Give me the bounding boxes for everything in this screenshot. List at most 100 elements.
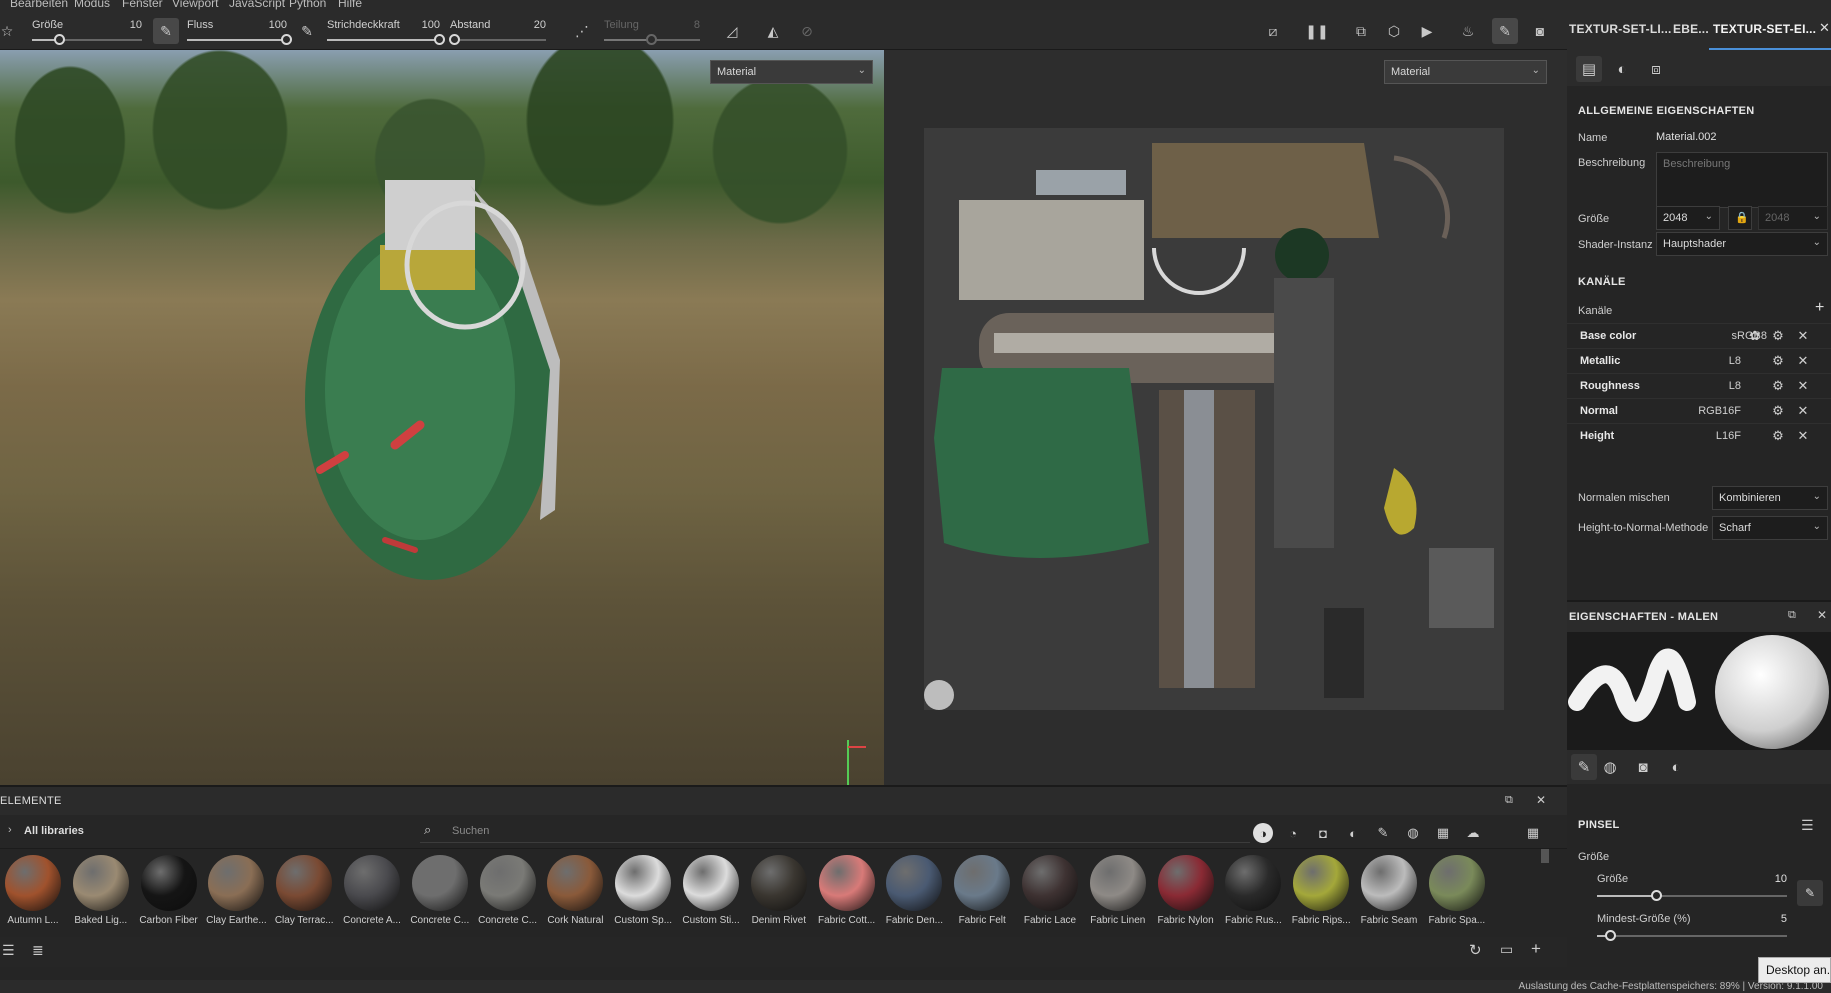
brush-menu-icon[interactable]: ☰ — [1801, 817, 1814, 834]
size-lock-button[interactable]: 🔒 — [1728, 206, 1752, 230]
close-icon[interactable]: ✕ — [1793, 376, 1813, 396]
tab-texture-set-settings[interactable]: TEXTUR-SET-EI... — [1713, 22, 1816, 36]
paint-brush-icon[interactable]: ✎ — [1492, 18, 1518, 44]
gear-icon[interactable]: ⚙ — [1768, 401, 1788, 421]
textures-filter-icon[interactable]: ◍ — [1403, 823, 1423, 843]
close-icon[interactable]: ✕ — [1536, 793, 1546, 807]
refresh-icon[interactable]: ↻ — [1469, 941, 1482, 959]
resource-item[interactable]: Custom Sti... — [678, 855, 744, 935]
viewport-2d-material-select[interactable]: Material ⌄ — [1384, 60, 1547, 84]
shader-instance-select[interactable]: Hauptshader ⌄ — [1656, 232, 1828, 256]
search-input[interactable]: ⌕ Suchen — [420, 821, 1250, 843]
smart-materials-filter-icon[interactable]: ◔ — [1283, 823, 1303, 843]
channel-format[interactable]: L16F — [1716, 430, 1741, 442]
resource-item[interactable]: Fabric Spa... — [1424, 855, 1490, 935]
folder-icon[interactable]: ▭ — [1500, 941, 1513, 958]
line-tool-icon[interactable]: ◿ — [719, 18, 745, 44]
settings-sheet-icon[interactable]: ▤ — [1576, 56, 1602, 82]
size-select[interactable]: 2048 ⌄ — [1656, 206, 1720, 230]
channel-format[interactable]: L8 — [1729, 380, 1741, 392]
min-size-knob[interactable] — [1605, 930, 1616, 941]
close-icon[interactable]: ✕ — [1819, 20, 1830, 36]
list-view-icon[interactable]: ☰ — [2, 942, 15, 959]
split-view-icon[interactable]: ⧉ — [1348, 18, 1374, 44]
resource-item[interactable]: Cork Natural — [542, 855, 608, 935]
spacing-slider[interactable]: Abstand 20 — [448, 14, 546, 48]
min-size-slider[interactable]: Mindest-Größe (%) 5 — [1597, 913, 1787, 947]
chevron-right-icon[interactable]: › — [8, 824, 12, 836]
close-icon[interactable]: ✕ — [1793, 326, 1813, 346]
material-ball-icon[interactable]: ◐ — [1609, 56, 1635, 82]
channel-row[interactable]: Base color sRGB8 ✿ ⚙ ✕ — [1567, 323, 1831, 348]
star-icon[interactable]: ☆ — [0, 18, 20, 44]
tree-view-icon[interactable]: ≣ — [32, 942, 44, 959]
resource-item[interactable]: Concrete C... — [407, 855, 473, 935]
resource-item[interactable]: Fabric Rus... — [1220, 855, 1286, 935]
resource-item[interactable]: Clay Earthe... — [203, 855, 269, 935]
camera-icon[interactable]: ▶ — [1414, 18, 1440, 44]
resource-item[interactable]: Fabric Linen — [1085, 855, 1151, 935]
pen-pressure-icon[interactable]: ✎ — [153, 18, 179, 44]
resource-item[interactable]: Fabric Rips... — [1288, 855, 1354, 935]
library-selector[interactable]: All libraries — [24, 825, 84, 837]
close-icon[interactable]: ✕ — [1793, 401, 1813, 421]
resource-item[interactable]: Fabric Lace — [1017, 855, 1083, 935]
gear-icon[interactable]: ⚙ — [1768, 376, 1788, 396]
iray-icon[interactable]: ♨ — [1455, 18, 1481, 44]
close-icon[interactable]: ✕ — [1793, 426, 1813, 446]
name-value[interactable]: Material.002 — [1656, 131, 1717, 143]
size-slider-knob[interactable] — [53, 34, 65, 45]
close-icon[interactable]: ✕ — [1817, 608, 1827, 622]
generators-filter-icon[interactable]: ◐ — [1343, 823, 1363, 843]
description-field[interactable]: Beschreibung — [1656, 152, 1828, 208]
resource-item[interactable]: Baked Lig... — [68, 855, 134, 935]
menu-fenster[interactable]: Fenster — [122, 0, 163, 10]
menu-python[interactable]: Python — [289, 0, 326, 10]
spacing-slider-knob[interactable] — [448, 34, 460, 45]
menu-javascript[interactable]: JavaScript — [229, 0, 285, 10]
resource-item[interactable]: Fabric Seam — [1356, 855, 1422, 935]
pen-icon[interactable]: ✎ — [294, 18, 320, 44]
shelf-scrollbar[interactable] — [1541, 849, 1549, 863]
tab-layers[interactable]: EBE... — [1673, 22, 1709, 36]
flow-slider-knob[interactable] — [281, 34, 292, 45]
opacity-slider-knob[interactable] — [434, 34, 445, 45]
menu-hilfe[interactable]: Hilfe — [338, 0, 362, 10]
pause-icon[interactable]: ❚❚ — [1304, 18, 1330, 44]
resource-item[interactable]: Concrete A... — [339, 855, 405, 935]
resource-item[interactable]: Autumn L... — [0, 855, 66, 935]
channel-row[interactable]: Metallic L8 ⚙ ✕ — [1567, 348, 1831, 373]
alpha-tab-icon[interactable]: ◙ — [1630, 754, 1656, 780]
gear-icon[interactable]: ⚙ — [1768, 326, 1788, 346]
hide-overlay-icon[interactable]: ⧄ — [1260, 18, 1286, 44]
alphas-filter-icon[interactable]: ▦ — [1433, 823, 1453, 843]
resource-item[interactable]: Clay Terrac... — [271, 855, 337, 935]
channel-row[interactable]: Normal RGB16F ⚙ ✕ — [1567, 398, 1831, 423]
undock-icon[interactable]: ⧉ — [1788, 609, 1796, 622]
resource-item[interactable]: Fabric Nylon — [1153, 855, 1219, 935]
height-to-normal-select[interactable]: Scharf ⌄ — [1712, 516, 1828, 540]
menu-viewport[interactable]: Viewport — [172, 0, 218, 10]
opacity-slider[interactable]: Strichdeckkraft 100 — [327, 14, 445, 48]
brush-size-slider[interactable]: Größe 10 — [1597, 873, 1787, 907]
add-icon[interactable]: + — [1531, 939, 1541, 959]
lazy-mouse-icon[interactable]: ⋰ — [569, 18, 595, 44]
menu-bearbeiten[interactable]: Bearbeiten — [10, 0, 68, 10]
stencil-tab-icon[interactable]: ◐ — [1663, 754, 1689, 780]
resource-item[interactable]: Fabric Den... — [881, 855, 947, 935]
viewport-3d-material-select[interactable]: Material ⌄ — [710, 60, 873, 84]
add-channel-icon[interactable]: + — [1815, 299, 1824, 317]
channel-row[interactable]: Roughness L8 ⚙ ✕ — [1567, 373, 1831, 398]
tab-texture-set-list[interactable]: TEXTUR-SET-LI... — [1569, 22, 1672, 36]
brush-size-knob[interactable] — [1651, 890, 1662, 901]
gear-icon[interactable]: ⚙ — [1768, 351, 1788, 371]
brush-tab-icon[interactable]: ✎ — [1571, 754, 1597, 780]
resource-item[interactable]: Carbon Fiber — [136, 855, 202, 935]
resource-item[interactable]: Fabric Cott... — [814, 855, 880, 935]
channel-row[interactable]: Height L16F ⚙ ✕ — [1567, 423, 1831, 448]
channel-format[interactable]: RGB16F — [1698, 405, 1741, 417]
screenshot-icon[interactable]: ◙ — [1527, 18, 1553, 44]
pen-pressure-icon[interactable]: ✎ — [1797, 880, 1823, 906]
normal-mix-select[interactable]: Kombinieren ⌄ — [1712, 486, 1828, 510]
resource-item[interactable]: Fabric Felt — [949, 855, 1015, 935]
